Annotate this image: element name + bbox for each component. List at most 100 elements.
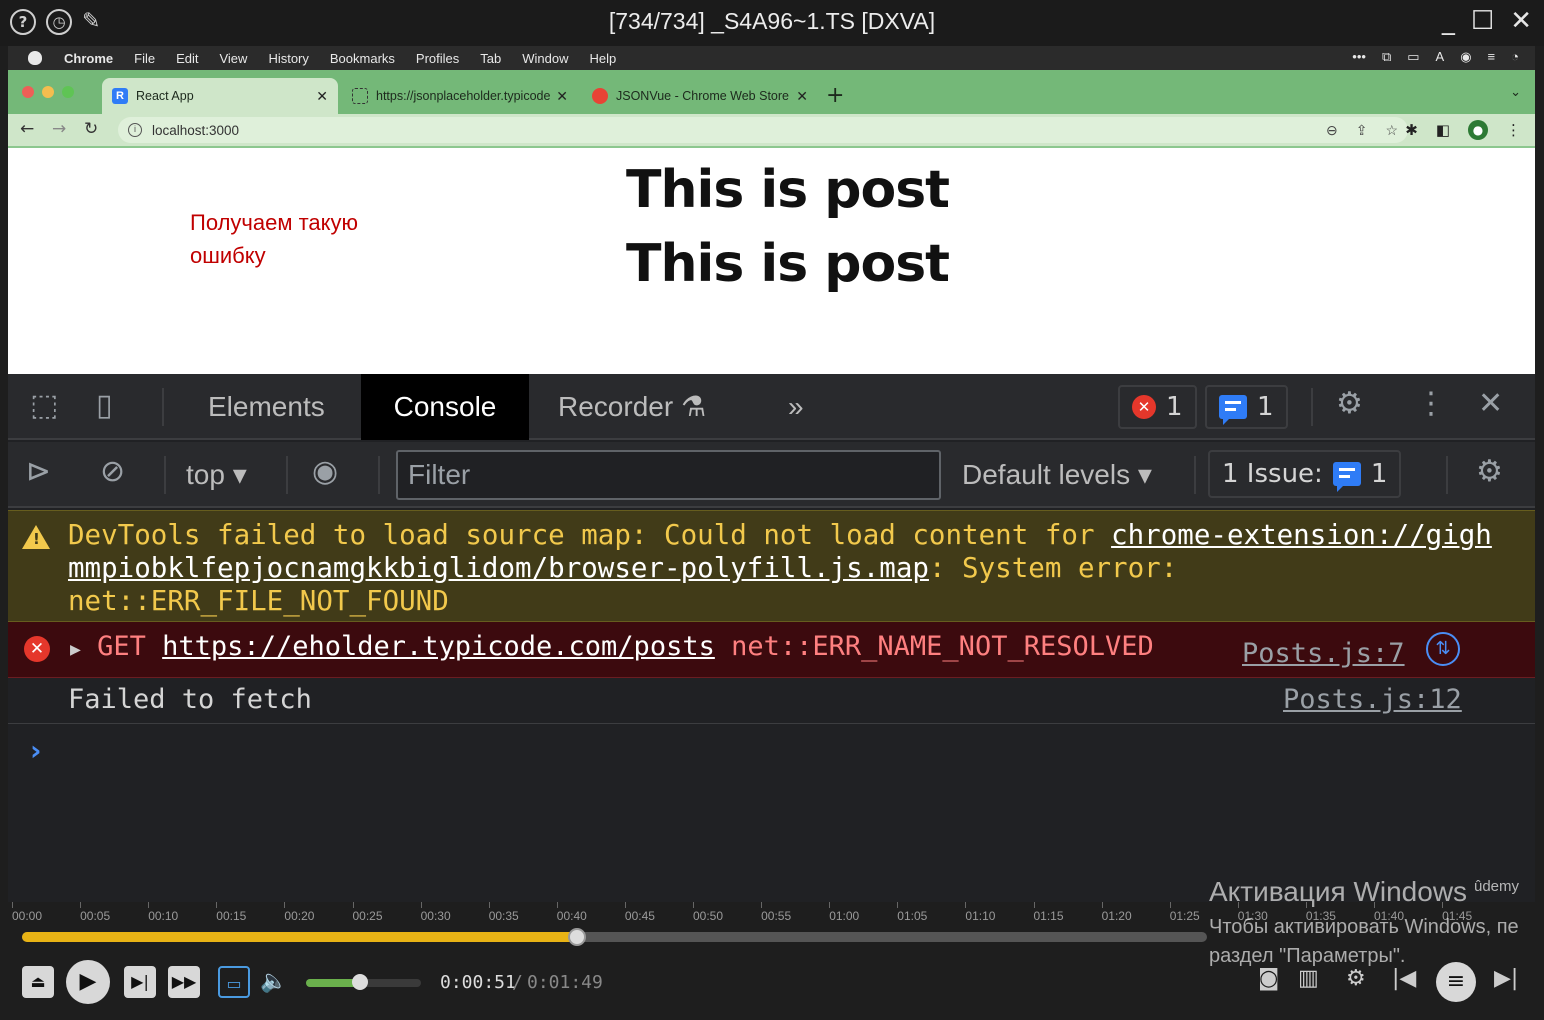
close-icon[interactable]: ✕ bbox=[796, 88, 808, 105]
control-center-icon[interactable]: ≡ bbox=[1488, 49, 1496, 65]
url-text: localhost:3000 bbox=[152, 122, 240, 138]
side-panel-icon[interactable]: ◧ bbox=[1436, 121, 1450, 139]
close-icon[interactable]: ✕ bbox=[1510, 6, 1532, 36]
volume-handle[interactable] bbox=[352, 974, 369, 990]
menu-window[interactable]: Window bbox=[522, 51, 568, 66]
issues-button[interactable]: 1 Issue: 1 bbox=[1208, 450, 1402, 498]
tab-elements[interactable]: Elements bbox=[188, 374, 345, 440]
play-button[interactable]: ▶ bbox=[66, 960, 110, 1004]
timeline-tick: 00:15 bbox=[216, 902, 247, 923]
volume-icon[interactable]: 🔈 bbox=[258, 966, 290, 998]
tab-react-app[interactable]: R React App ✕ bbox=[102, 78, 338, 114]
close-icon[interactable]: ✕ bbox=[556, 88, 568, 105]
more-tabs-button[interactable]: » bbox=[788, 374, 804, 440]
menu-chrome[interactable]: Chrome bbox=[64, 51, 113, 66]
zoom-window-dot[interactable] bbox=[62, 86, 74, 98]
apple-icon[interactable] bbox=[28, 51, 42, 65]
network-request-icon[interactable]: ⇅ bbox=[1426, 632, 1460, 666]
film-strip-icon[interactable]: ▥ bbox=[1298, 966, 1319, 991]
bookmark-star-icon[interactable]: ☆ bbox=[1385, 122, 1398, 139]
settings-gear-icon[interactable]: ⚙ bbox=[1346, 966, 1366, 991]
tab-recorder[interactable]: Recorder ⚗ bbox=[538, 374, 726, 440]
screen-record-icon[interactable]: ⧉ bbox=[1382, 49, 1391, 65]
close-devtools-icon[interactable]: ✕ bbox=[1478, 386, 1503, 421]
camera-icon[interactable]: ◙ bbox=[1258, 966, 1279, 991]
new-tab-button[interactable]: + bbox=[826, 83, 844, 108]
input-source-icon[interactable]: A bbox=[1436, 49, 1445, 65]
user-icon[interactable]: ◉ bbox=[1460, 49, 1471, 65]
error-icon: ✕ bbox=[24, 636, 50, 662]
chrome-menu-icon[interactable]: ⋮ bbox=[1506, 121, 1521, 139]
timeline-tick: 00:30 bbox=[420, 902, 451, 923]
request-url-link[interactable]: https://eholder.typicode.com/posts bbox=[162, 631, 715, 662]
fast-forward-icon[interactable]: ▶▶ bbox=[168, 966, 200, 998]
address-bar[interactable]: i localhost:3000 ⊖ ⇪ ☆ bbox=[118, 117, 1408, 143]
kebab-menu-icon[interactable]: ⋮ bbox=[1416, 386, 1446, 421]
player-title: [734/734] _S4A96~1.TS [DXVA] bbox=[608, 8, 936, 34]
sidebar-toggle-icon[interactable]: ⊳ bbox=[26, 454, 51, 489]
inspect-element-icon[interactable]: ⬚ bbox=[30, 388, 58, 423]
menu-tab[interactable]: Tab bbox=[480, 51, 501, 66]
timeline-tick: 01:20 bbox=[1101, 902, 1132, 923]
next-frame-icon[interactable]: ▶| bbox=[124, 966, 156, 998]
menu-history[interactable]: History bbox=[268, 51, 308, 66]
menu-bookmarks[interactable]: Bookmarks bbox=[330, 51, 395, 66]
previous-icon[interactable]: |◀ bbox=[1392, 966, 1416, 991]
minimize-window-dot[interactable] bbox=[42, 86, 54, 98]
menu-file[interactable]: File bbox=[134, 51, 155, 66]
activation-line: Чтобы активировать Windows, пе bbox=[1209, 916, 1519, 938]
console-log-message: Failed to fetch Posts.js:12 bbox=[8, 678, 1535, 724]
source-link[interactable]: Posts.js:7 bbox=[1242, 638, 1405, 669]
menu-edit[interactable]: Edit bbox=[176, 51, 198, 66]
menu-profiles[interactable]: Profiles bbox=[416, 51, 459, 66]
tab-jsonplaceholder[interactable]: https://jsonplaceholder.typicode ✕ bbox=[342, 78, 578, 114]
maximize-icon[interactable]: ☐ bbox=[1471, 6, 1494, 36]
site-info-icon[interactable]: i bbox=[128, 123, 142, 137]
error-counter[interactable]: ✕ 1 bbox=[1118, 385, 1197, 429]
seek-bar[interactable] bbox=[22, 928, 1207, 946]
forward-icon[interactable]: → bbox=[52, 119, 66, 139]
udemy-logo: ûdemy bbox=[1474, 878, 1520, 895]
post-title: This is post bbox=[626, 160, 950, 220]
message-count: 1 bbox=[1257, 392, 1274, 422]
volume-slider[interactable] bbox=[306, 974, 421, 990]
seek-handle[interactable] bbox=[567, 928, 586, 946]
reload-icon[interactable]: ↻ bbox=[84, 119, 98, 139]
console-prompt[interactable]: › bbox=[30, 734, 42, 767]
source-link[interactable]: Posts.js:12 bbox=[1283, 684, 1462, 715]
levels-label: Default levels bbox=[962, 459, 1131, 490]
expand-triangle-icon[interactable]: ▶ bbox=[70, 639, 81, 660]
close-window-dot[interactable] bbox=[22, 86, 34, 98]
eject-icon[interactable]: ⏏ bbox=[22, 966, 54, 998]
tab-jsonvue[interactable]: JSONVue - Chrome Web Store ✕ bbox=[582, 78, 818, 114]
device-toolbar-icon[interactable]: ▯ bbox=[96, 388, 113, 423]
error-count: 1 bbox=[1166, 392, 1183, 422]
live-expression-eye-icon[interactable]: ◉ bbox=[312, 454, 338, 489]
close-icon[interactable]: ✕ bbox=[316, 88, 328, 105]
battery-icon[interactable]: ▭ bbox=[1407, 49, 1419, 65]
zoom-icon[interactable]: ⊖ bbox=[1326, 122, 1338, 139]
console-settings-gear-icon[interactable]: ⚙ bbox=[1476, 454, 1503, 489]
next-icon[interactable]: ▶| bbox=[1494, 966, 1518, 991]
tab-console[interactable]: Console bbox=[361, 374, 529, 440]
more-icon[interactable]: ••• bbox=[1352, 49, 1366, 65]
profile-avatar-icon[interactable]: ● bbox=[1468, 120, 1488, 140]
filter-input[interactable]: Filter bbox=[396, 450, 941, 500]
message-counter[interactable]: 1 bbox=[1205, 385, 1288, 429]
extensions-icon[interactable]: ✱ bbox=[1405, 121, 1418, 139]
settings-gear-icon[interactable]: ⚙ bbox=[1336, 386, 1363, 421]
tab-label: https://jsonplaceholder.typicode bbox=[376, 89, 551, 103]
menu-help[interactable]: Help bbox=[590, 51, 617, 66]
log-levels-dropdown[interactable]: Default levels ▾ bbox=[962, 458, 1152, 491]
minimize-icon[interactable]: _ bbox=[1442, 6, 1455, 36]
back-icon[interactable]: ← bbox=[20, 119, 34, 139]
menu-view[interactable]: View bbox=[219, 51, 247, 66]
subtitles-icon[interactable]: ▭ bbox=[218, 966, 250, 998]
timeline-tick: 01:25 bbox=[1169, 902, 1200, 923]
tab-search-icon[interactable]: ⌄ bbox=[1510, 85, 1521, 100]
playlist-icon[interactable]: ≡ bbox=[1436, 962, 1476, 1002]
share-icon[interactable]: ⇪ bbox=[1356, 122, 1368, 139]
clear-console-icon[interactable]: ⊘ bbox=[100, 454, 125, 489]
context-selector[interactable]: top ▾ bbox=[186, 458, 247, 491]
clock-icon[interactable]: ◔ bbox=[1511, 49, 1519, 65]
